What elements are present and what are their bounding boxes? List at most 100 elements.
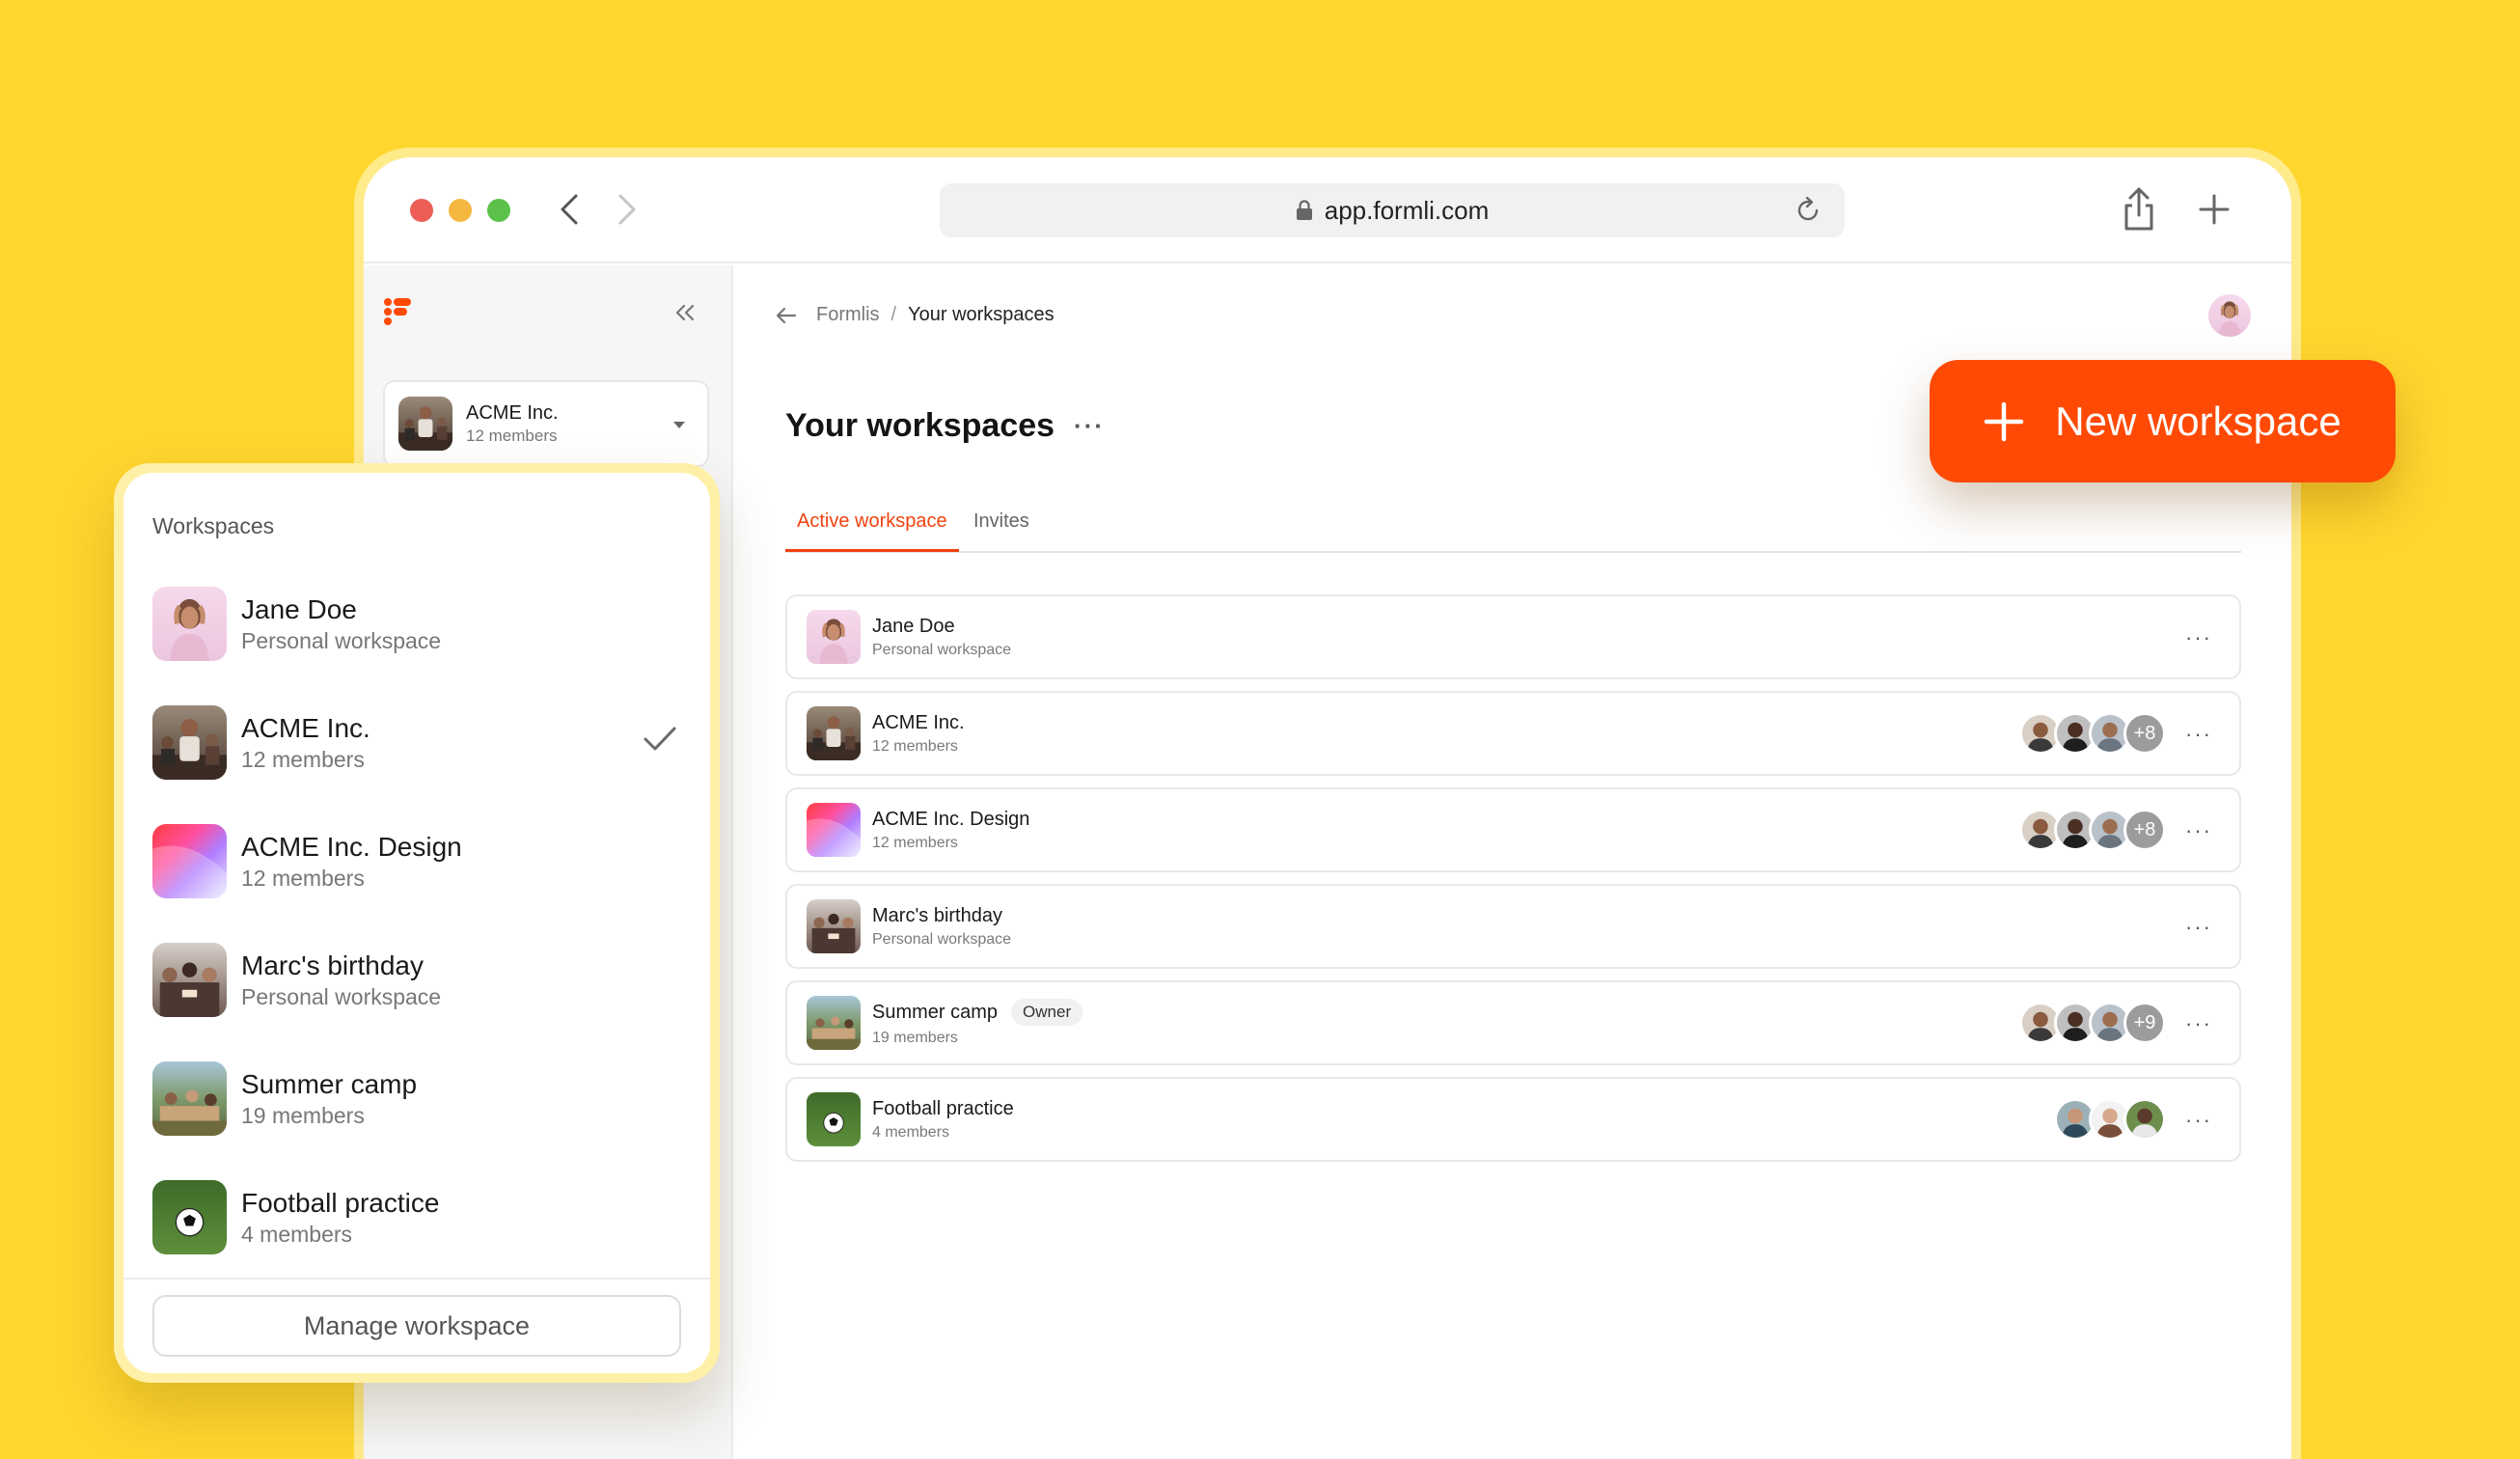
checkmark-icon [643, 726, 677, 753]
row-more-icon[interactable]: ··· [2185, 1011, 2212, 1036]
page-title-text: Your workspaces [785, 407, 1055, 444]
page-more-icon[interactable]: ··· [1074, 411, 1105, 441]
dropdown-item-marcs-birthday[interactable]: Marc's birthday Personal workspace [152, 921, 681, 1039]
breadcrumb-separator: / [890, 304, 897, 325]
dropdown-item-name: Football practice [241, 1187, 440, 1218]
browser-toolbar: app.formli.com [364, 157, 2291, 263]
formli-logo-icon[interactable] [383, 297, 412, 326]
workspace-thumbnail [152, 824, 227, 898]
row-more-icon[interactable]: ··· [2185, 625, 2212, 650]
workspace-subtitle: 19 members [872, 1030, 958, 1046]
dropdown-heading: Workspaces [152, 513, 275, 538]
dropdown-item-subtitle: 12 members [241, 746, 365, 772]
workspace-name-line: Summer camp Owner [872, 999, 1083, 1026]
dropdown-item-name: Jane Doe [241, 593, 357, 624]
dropdown-item-name: Marc's birthday [241, 950, 424, 980]
workspace-name: Summer camp [872, 1001, 999, 1023]
workspace-thumbnail [152, 943, 227, 1017]
dropdown-item-jane-doe[interactable]: Jane Doe Personal workspace [152, 564, 681, 683]
dropdown-item-summer-camp[interactable]: Summer camp 19 members [152, 1039, 681, 1158]
member-avatar [2123, 1098, 2166, 1141]
minimize-window-button[interactable] [449, 199, 472, 222]
user-avatar[interactable] [2208, 294, 2251, 337]
member-avatar-stack[interactable]: +8 [2019, 712, 2166, 755]
row-more-icon[interactable]: ··· [2185, 722, 2212, 747]
workspace-dropdown-panel: Workspaces Jane Doe Personal workspace A… [123, 473, 710, 1373]
new-workspace-label: New workspace [2055, 398, 2342, 444]
more-members-count: +9 [2123, 1002, 2166, 1044]
workspace-thumbnail [807, 803, 861, 857]
workspace-thumbnail [152, 587, 227, 661]
owner-badge: Owner [1011, 999, 1083, 1026]
reload-icon[interactable] [1793, 195, 1823, 226]
dropdown-item-subtitle: 12 members [241, 865, 365, 891]
workspace-name: Football practice [872, 1097, 1014, 1119]
collapse-sidebar-icon[interactable] [672, 300, 698, 325]
plus-icon [1984, 401, 2024, 442]
dropdown-item-acme-design[interactable]: ACME Inc. Design 12 members [152, 802, 681, 921]
workspace-name: ACME Inc. Design [872, 808, 1030, 830]
dropdown-item-name: ACME Inc. Design [241, 831, 462, 862]
back-icon[interactable] [550, 190, 589, 229]
dropdown-item-subtitle: 4 members [241, 1221, 353, 1247]
dropdown-item-football-practice[interactable]: Football practice 4 members [152, 1158, 681, 1277]
workspace-thumbnail [807, 899, 861, 953]
workspace-subtitle: 4 members [872, 1123, 950, 1141]
workspace-thumbnail [152, 1061, 227, 1136]
arrow-left-icon[interactable] [776, 307, 797, 324]
url-text: app.formli.com [1324, 195, 1490, 225]
workspace-name: Marc's birthday [872, 904, 1002, 926]
breadcrumb: Formlis / Your workspaces [776, 304, 1055, 326]
workspace-subtitle: 12 members [872, 737, 958, 755]
maximize-window-button[interactable] [487, 199, 510, 222]
new-tab-icon[interactable] [2195, 190, 2233, 229]
breadcrumb-current: Your workspaces [908, 304, 1055, 325]
more-members-count: +8 [2123, 809, 2166, 851]
tab-active-workspace[interactable]: Active workspace [785, 510, 959, 552]
workspace-subtitle: Personal workspace [872, 930, 1012, 948]
workspace-row[interactable]: ACME Inc. 12 members +8 ··· [785, 691, 2241, 776]
new-workspace-button[interactable]: New workspace [1930, 360, 2396, 482]
workspace-name: ACME Inc. [872, 711, 965, 733]
member-avatar-stack[interactable]: +9 [2019, 1002, 2166, 1044]
selected-workspace-members: 12 members [466, 426, 558, 445]
row-more-icon[interactable]: ··· [2185, 915, 2212, 940]
dropdown-item-name: Summer camp [241, 1068, 418, 1099]
member-avatar-stack[interactable]: +8 [2019, 809, 2166, 851]
workspace-name: Jane Doe [872, 615, 955, 637]
tab-invites[interactable]: Invites [973, 510, 1029, 550]
page-title: Your workspaces ··· [785, 407, 1105, 445]
dropdown-item-subtitle: Personal workspace [241, 627, 442, 653]
workspace-list: Jane Doe Personal workspace ··· ACME Inc… [785, 594, 2241, 1173]
workspace-subtitle: 12 members [872, 834, 958, 851]
workspace-thumbnail [152, 705, 227, 780]
row-more-icon[interactable]: ··· [2185, 1108, 2212, 1133]
breadcrumb-root-link[interactable]: Formlis [816, 304, 880, 326]
workspace-thumbnail [807, 610, 861, 664]
workspace-subtitle: Personal workspace [872, 641, 1012, 658]
manage-workspace-button[interactable]: Manage workspace [152, 1295, 681, 1357]
dropdown-divider [123, 1278, 710, 1280]
dropdown-item-name: ACME Inc. [241, 712, 370, 743]
row-more-icon[interactable]: ··· [2185, 818, 2212, 843]
lock-icon [1296, 200, 1313, 221]
workspace-thumbnail [398, 397, 452, 451]
workspace-row[interactable]: ACME Inc. Design 12 members +8 ··· [785, 787, 2241, 872]
workspace-row[interactable]: Marc's birthday Personal workspace ··· [785, 884, 2241, 969]
workspace-row[interactable]: Football practice 4 members ··· [785, 1077, 2241, 1162]
workspace-dropdown: Workspaces Jane Doe Personal workspace A… [114, 463, 720, 1383]
caret-down-icon [672, 421, 686, 429]
workspace-selector[interactable]: ACME Inc. 12 members [383, 380, 709, 467]
workspace-thumbnail [152, 1180, 227, 1254]
forward-icon[interactable] [608, 190, 646, 229]
close-window-button[interactable] [410, 199, 433, 222]
workspace-row[interactable]: Summer camp Owner 19 members +9 ··· [785, 980, 2241, 1065]
workspace-row[interactable]: Jane Doe Personal workspace ··· [785, 594, 2241, 679]
tab-bar: Active workspace Invites [785, 510, 2241, 553]
more-members-count: +8 [2123, 712, 2166, 755]
address-bar[interactable]: app.formli.com [940, 183, 1845, 237]
dropdown-item-acme[interactable]: ACME Inc. 12 members [152, 683, 681, 802]
share-icon[interactable] [2120, 186, 2158, 233]
member-avatar-stack[interactable] [2054, 1098, 2166, 1141]
workspace-thumbnail [807, 706, 861, 760]
